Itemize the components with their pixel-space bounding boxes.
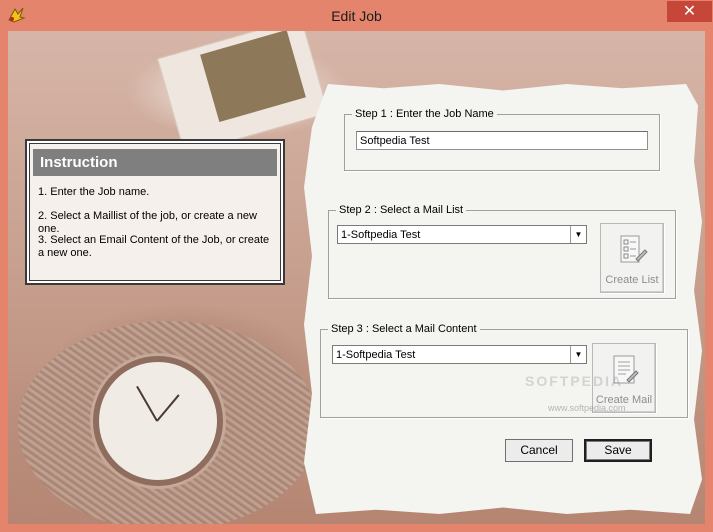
create-list-label: Create List [605,274,659,286]
instruction-line-2: 2. Select a Maillist of the job, or crea… [38,210,257,235]
chevron-down-icon[interactable]: ▼ [570,346,586,363]
step2-legend: Step 2 : Select a Mail List [336,204,467,217]
step3-legend: Step 3 : Select a Mail Content [328,323,480,336]
edit-job-window: Edit Job ✕ Instruction 1. Enter the Job … [0,0,713,532]
window-title: Edit Job [331,8,382,24]
instruction-heading: Instruction [33,149,277,176]
instruction-line-3: 3. Select an Email Content of the Job, o… [38,234,270,259]
step1-group: Step 1 : Enter the Job Name Softpedia Te… [344,108,660,171]
job-name-input[interactable]: Softpedia Test [356,131,648,150]
save-button[interactable]: Save [584,439,652,462]
step1-legend: Step 1 : Enter the Job Name [352,108,497,121]
softpedia-watermark-url: www.softpedia.com [548,403,626,413]
close-button[interactable]: ✕ [667,1,712,22]
cancel-button[interactable]: Cancel [505,439,573,462]
create-list-icon [620,235,648,263]
mail-content-select[interactable]: 1-Softpedia Test ▼ [332,345,587,364]
title-bar[interactable]: Edit Job ✕ [0,0,713,31]
step3-group: Step 3 : Select a Mail Content 1-Softped… [320,323,688,418]
dialog-body: Instruction 1. Enter the Job name. 2. Se… [8,31,705,524]
mail-list-select[interactable]: 1-Softpedia Test ▼ [337,225,587,244]
chevron-down-icon[interactable]: ▼ [570,226,586,243]
softpedia-watermark: SOFTPEDIA [525,373,624,389]
create-list-button[interactable]: Create List [600,223,664,293]
mail-list-selected: 1-Softpedia Test [341,229,421,241]
instruction-panel: Instruction 1. Enter the Job name. 2. Se… [25,139,285,285]
instruction-line-1: 1. Enter the Job name. [38,186,150,198]
mail-content-selected: 1-Softpedia Test [336,349,416,361]
step2-group: Step 2 : Select a Mail List 1-Softpedia … [328,204,676,299]
